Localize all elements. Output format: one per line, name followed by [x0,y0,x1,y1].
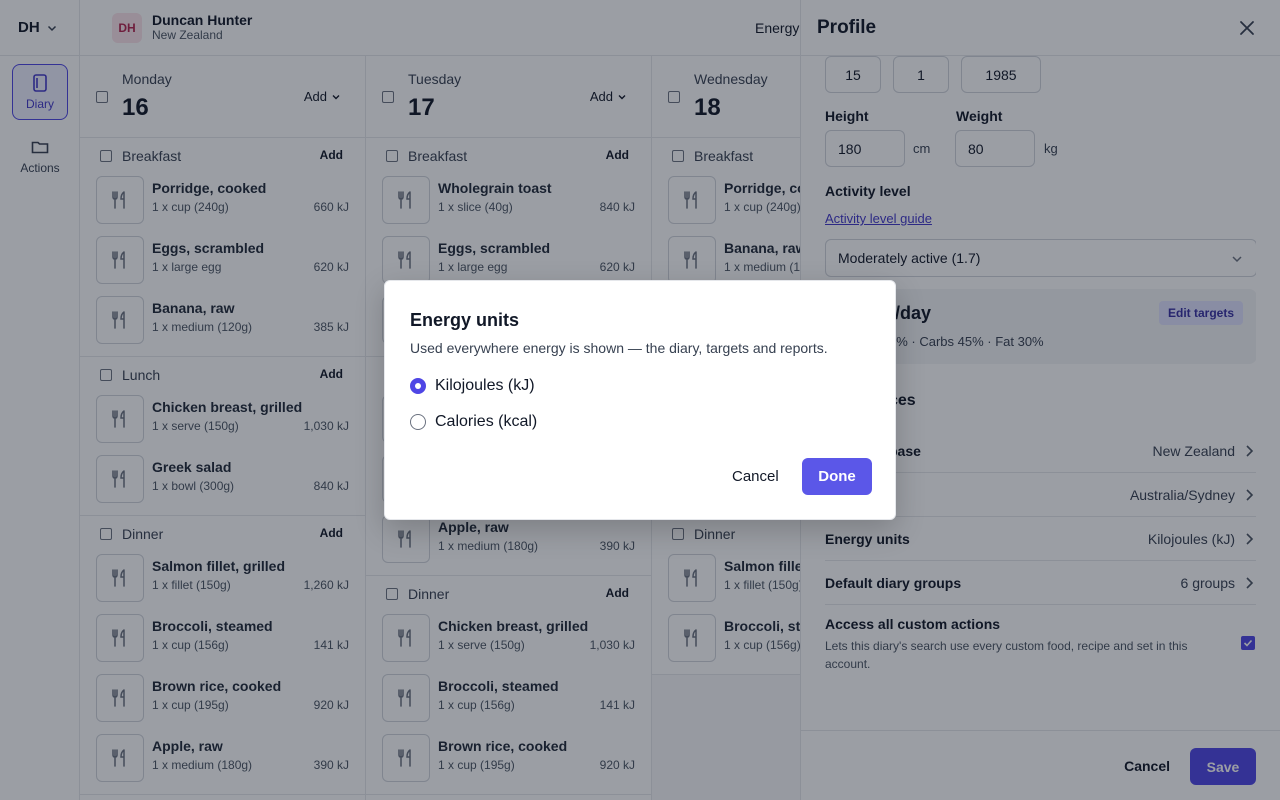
app-root: DH Diary Actions DH Duncan Hunter New Ze… [0,0,1280,800]
dialog-description: Used everywhere energy is shown — the di… [410,340,828,356]
option-label: Calories (kcal) [435,413,538,430]
dialog-done-button[interactable]: Done [802,458,872,495]
option-calories[interactable]: Calories (kcal) [410,413,537,431]
radio-calories[interactable] [410,414,426,430]
dialog-title: Energy units [410,310,520,330]
dialog-cancel-button[interactable]: Cancel [732,468,779,485]
energy-units-dialog: Energy units Used everywhere energy is s… [384,280,896,520]
option-label: Kilojoules (kJ) [435,377,535,394]
option-kilojoules[interactable]: Kilojoules (kJ) [410,377,535,395]
radio-kilojoules[interactable] [410,378,426,394]
